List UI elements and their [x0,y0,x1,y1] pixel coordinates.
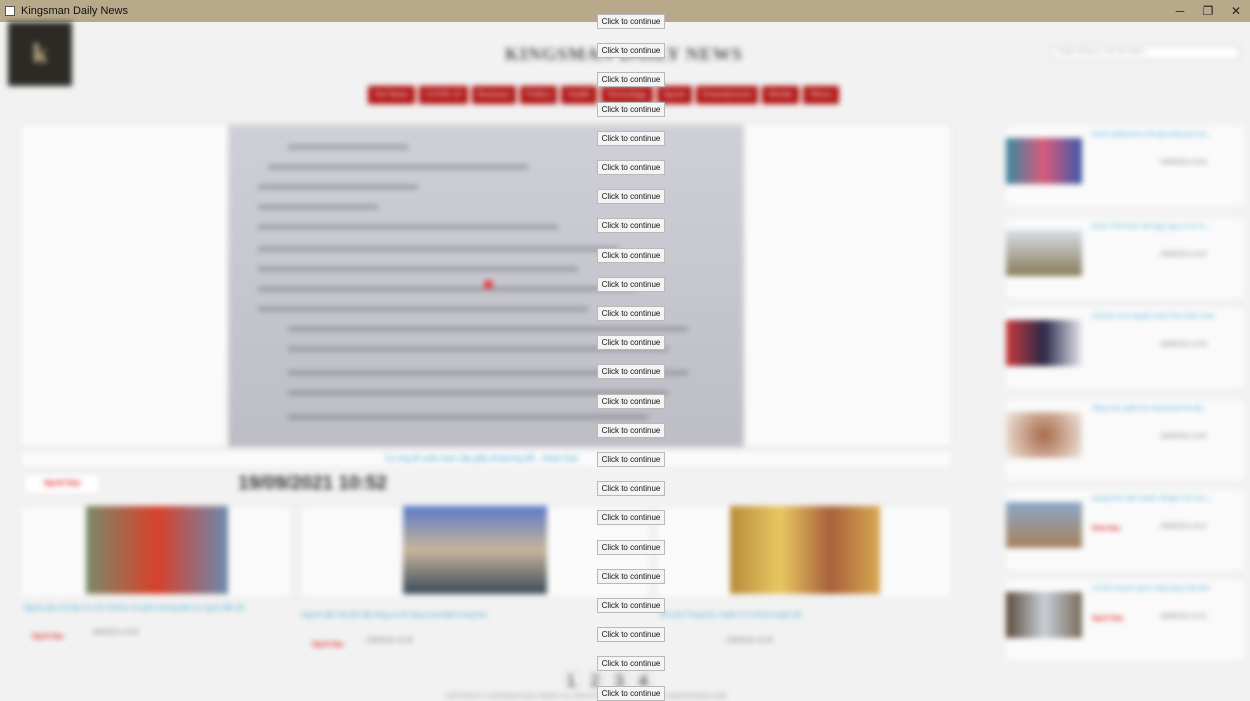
click-to-continue-button[interactable]: Click to continue [597,306,665,321]
sidebar-item-5[interactable]: Quảng Nam tiếp chuyển..để giảm chỗ các c… [1006,490,1244,570]
sidebar-item-2[interactable]: Đi bộ 7.000 bước mỗi ngày, nguy cơ tử vo… [1006,218,1244,298]
click-to-continue-button[interactable]: Click to continue [597,685,665,701]
sidebar-date-6: 19/09/2021 10:21 [1160,614,1207,620]
click-to-continue-button[interactable]: Click to continue [597,393,665,409]
click-to-continue-button[interactable]: Click to continue [597,598,665,613]
minimize-button[interactable]: ─ [1166,4,1194,18]
red-marker [484,280,493,289]
window-title: Kingsman Daily News [21,5,128,17]
sidebar-image-4[interactable] [1006,412,1082,458]
click-to-continue-button[interactable]: Click to continue [597,14,665,29]
sidebar-title-5[interactable]: Quảng Nam tiếp chuyển..để giảm chỗ các c… [1092,496,1242,502]
article-date-3: 19/09/2021 10:45 [726,638,773,644]
click-to-continue-button[interactable]: Click to continue [597,130,665,146]
sidebar-title-1[interactable]: Doanh nghiệp được đề nghị không áp mức..… [1092,132,1242,138]
click-to-continue-button[interactable]: Click to continue [597,218,665,234]
sidebar-title-6[interactable]: Về đích dung lô người; nắng nặng, bão bì… [1092,586,1242,592]
nav-covid[interactable]: COVID-19 [418,86,468,104]
click-to-continue-button[interactable]: Click to continue [597,510,665,526]
page-2-button[interactable]: 2 [590,672,604,690]
nav-entertainment[interactable]: Entertainment [696,86,758,104]
click-to-continue-button[interactable]: Click to continue [597,656,665,672]
sidebar-image-2[interactable] [1006,230,1082,276]
nav-health[interactable]: Health [561,86,597,104]
click-to-continue-button[interactable]: Click to continue [597,364,665,380]
click-to-continue-button[interactable]: Click to continue [597,189,665,205]
search-input[interactable]: Nhập thông tin cần tìm kiếm... [1052,46,1240,60]
nav-hot-news[interactable]: Hot News [368,86,415,104]
sidebar-date-1: 19/09/2021 10:44 [1160,160,1207,166]
nav-others[interactable]: Others [802,86,839,104]
article-image-3[interactable] [730,506,880,594]
sidebar-item-6[interactable]: Về đích dung lô người; nắng nặng, bão bì… [1006,580,1244,660]
sidebar-image-5[interactable] [1006,502,1082,548]
nav-business[interactable]: Business [471,86,517,104]
click-to-continue-button[interactable]: Click to continue [597,247,665,263]
sidebar-title-4[interactable]: Hằng nhan ngắm Kim Kardashian lần đầu [1092,406,1242,412]
article-date-1: 19/09/2021 10:50 [92,630,139,636]
sidebar-image-3[interactable] [1006,320,1082,366]
sidebar-badge-6: Người Đẹp [1092,616,1124,622]
click-to-continue-button[interactable]: Click to continue [597,72,665,88]
sidebar-item-1[interactable]: Doanh nghiệp được đề nghị không áp mức..… [1006,126,1244,206]
click-to-continue-button[interactable]: Click to continue [597,422,665,438]
site-logo[interactable]: k [8,22,72,86]
click-to-continue-button[interactable]: Click to continue [597,481,665,497]
article-title-2[interactable]: Người dân Hà Nội xếp hàng ra về sáng mua… [302,612,487,619]
page-4-button[interactable]: 4 [638,672,652,690]
sidebar-image-6[interactable] [1006,592,1082,638]
article-badge-1: Người Đẹp [32,634,64,640]
sidebar-item-3[interactable]: Chủ tịch nước Nguyễn Xuân Phúc thăm Cuba… [1006,308,1244,388]
blurred-page: k KINGSMAN DAILY NEWS Nhập thông tin cần… [0,22,1250,700]
article-title-3[interactable]: Đồ chơi Trung thu 'made in' ở Enrue tuyê… [660,612,801,619]
click-to-continue-button[interactable]: Click to continue [597,568,665,584]
article-badge-2: Người Đẹp [312,642,344,648]
nav-worlds[interactable]: Worlds [761,86,799,104]
click-to-continue-button[interactable]: Click to continue [597,539,665,555]
click-to-continue-button[interactable]: Click to continue [597,276,665,292]
sidebar-badge-5: Nhân Đẹp [1092,526,1121,532]
featured-badge: Người Đẹp [24,474,100,494]
sidebar-date-5: 19/09/2021 10:21 [1160,524,1207,530]
pagination: 1 2 3 4 [566,672,652,690]
click-to-continue-button[interactable]: Click to continue [597,43,665,59]
article-image-1[interactable] [86,506,228,594]
click-to-continue-button[interactable]: Click to continue [597,160,665,175]
page-3-button[interactable]: 3 [614,672,628,690]
close-button[interactable]: ✕ [1222,4,1250,18]
article-date-2: 19/09/2021 10:48 [366,638,413,644]
sidebar-item-4[interactable]: Hằng nhan ngắm Kim Kardashian lần đầu 19… [1006,400,1244,480]
sidebar-image-1[interactable] [1006,138,1082,184]
sidebar-title-3[interactable]: Chủ tịch nước Nguyễn Xuân Phúc thăm Cuba [1092,314,1242,320]
click-to-continue-button[interactable]: Click to continue [597,452,665,467]
sidebar-date-4: 19/09/2021 10:40 [1160,434,1207,440]
click-to-continue-button[interactable]: Click to continue [597,335,665,351]
article-image-2[interactable] [403,506,547,594]
article-title-1[interactable]: Người phụ nữ bán xe mỡ COVID-19 quên trư… [24,605,244,612]
nav-politics[interactable]: Politics [520,86,558,104]
sidebar-date-2: 19/09/2021 10:42 [1160,252,1207,258]
sidebar-title-2[interactable]: Đi bộ 7.000 bước mỗi ngày, nguy cơ tử vo… [1092,224,1242,230]
restore-button[interactable]: ❐ [1194,4,1222,18]
page-1-button[interactable]: 1 [566,672,580,690]
featured-caption[interactable]: Cụ ông đi xuất chạn cấp giấy đi đường để… [385,454,578,463]
featured-datetime: 19/09/2021 10:52 [238,473,387,494]
sidebar-date-3: 19/09/2021 10:42 [1160,342,1207,348]
click-to-continue-button[interactable]: Click to continue [597,627,665,643]
click-to-continue-button[interactable]: Click to continue [597,101,665,117]
app-icon [5,6,15,16]
